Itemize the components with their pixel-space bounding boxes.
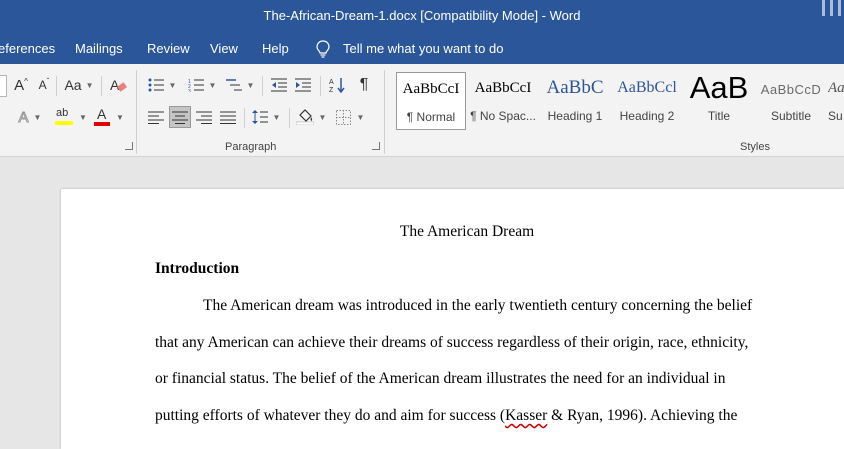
font-dialog-launcher[interactable] (125, 142, 133, 150)
divider (56, 76, 57, 96)
style-heading-2[interactable]: AaBbCcl Heading 2 (612, 72, 682, 130)
align-left-icon (148, 111, 164, 124)
divider (289, 108, 290, 128)
style-title[interactable]: AaB Title (684, 70, 754, 130)
paragraph-line: or financial status. The belief of the A… (155, 370, 726, 387)
chevron-down-icon: ▼ (356, 112, 365, 122)
style-heading-1[interactable]: AaBbC Heading 1 (540, 72, 610, 130)
bullets-button[interactable]: ▼ (146, 74, 178, 96)
change-case-button[interactable]: Aa ▼ (64, 74, 94, 96)
style-partial[interactable]: Aa Su (828, 72, 844, 130)
ribbon-tabs: eferences Mailings Review View Help Tell… (0, 34, 844, 64)
tab-view[interactable]: View (210, 41, 238, 56)
document-title: The American Dream (399, 223, 535, 240)
line-spacing-button[interactable]: ▼ (250, 106, 282, 128)
tab-review[interactable]: Review (147, 41, 190, 56)
divider (262, 76, 263, 96)
window-title: The-African-Dream-1.docx [Compatibility … (263, 8, 581, 23)
divider (101, 76, 102, 96)
document-page[interactable]: The American Dream Introduction The Amer… (61, 189, 844, 449)
chevron-down-icon: ▼ (33, 112, 42, 122)
style-subtitle[interactable]: AaBbCcD Subtitle (756, 72, 826, 130)
chevron-down-icon: ▼ (208, 80, 217, 90)
chevron-down-icon: ▼ (79, 112, 87, 122)
borders-icon (335, 109, 351, 125)
align-center-button[interactable] (169, 106, 191, 128)
justify-button[interactable] (217, 106, 239, 128)
shading-button[interactable]: ▼ (295, 106, 327, 128)
eraser-icon: A (109, 76, 127, 94)
pilcrow-icon: ¶ (359, 76, 369, 93)
group-divider (136, 70, 137, 154)
misspelled-word[interactable]: Kasser (505, 407, 547, 424)
clear-formatting-button[interactable]: A (108, 74, 128, 96)
shrink-font-button[interactable]: Aˇ (36, 74, 52, 96)
paint-bucket-icon (295, 109, 314, 125)
bullets-icon (148, 78, 164, 92)
chevron-down-icon: ▼ (246, 80, 255, 90)
align-right-icon (196, 111, 212, 124)
tab-references[interactable]: eferences (0, 41, 55, 56)
sort-icon: AZ (329, 77, 345, 93)
style-normal[interactable]: AaBbCcI ¶ Normal (396, 72, 466, 130)
divider (244, 108, 245, 128)
document-area: The American Dream Introduction The Amer… (0, 157, 844, 449)
line-spacing-icon (251, 110, 268, 124)
title-bar: The-African-Dream-1.docx [Compatibility … (0, 0, 844, 34)
numbering-icon: 123 (188, 78, 204, 92)
window-control-edge[interactable] (820, 0, 844, 22)
chevron-down-icon: ▼ (85, 80, 94, 90)
chevron-down-icon: ▼ (168, 80, 177, 90)
tell-me-text: Tell me what you want to do (343, 41, 504, 56)
multilevel-list-icon (225, 78, 242, 92)
section-heading: Introduction (155, 260, 240, 277)
ribbon: A ^ Aˇ Aa ▼ A A ▼ ab ▼ A ▼ ▼ 1 2 3 ▼ ▼ A… (0, 64, 844, 157)
paragraph-dialog-launcher[interactable] (372, 142, 380, 150)
divider (320, 76, 321, 96)
align-right-button[interactable] (193, 106, 215, 128)
tell-me-box[interactable]: Tell me what you want to do (314, 38, 534, 60)
font-size-box-edge[interactable] (0, 75, 7, 97)
font-color-button[interactable]: A ▼ (92, 106, 126, 128)
sort-button[interactable]: AZ (326, 74, 348, 96)
text-effects-button[interactable]: A ▼ (12, 106, 48, 128)
increase-indent-button[interactable] (292, 74, 314, 96)
svg-text:A: A (329, 79, 334, 86)
chevron-down-icon: ▼ (318, 112, 327, 122)
decrease-indent-icon (271, 78, 287, 92)
grow-font-button[interactable]: A ^ (12, 74, 30, 96)
chevron-down-icon: ▼ (116, 112, 124, 122)
font-color-icon: A (94, 106, 111, 127)
tab-help[interactable]: Help (262, 41, 289, 56)
decrease-indent-button[interactable] (268, 74, 290, 96)
lightbulb-icon (316, 40, 330, 58)
show-hide-marks-button[interactable]: ¶ (352, 74, 376, 96)
increase-indent-icon (295, 78, 311, 92)
tab-mailings[interactable]: Mailings (75, 41, 123, 56)
align-center-icon (172, 111, 188, 124)
align-left-button[interactable] (145, 106, 167, 128)
borders-button[interactable]: ▼ (333, 106, 367, 128)
numbering-button[interactable]: 123 ▼ (186, 74, 218, 96)
svg-text:Z: Z (329, 87, 334, 93)
highlight-color-button[interactable]: ab ▼ (54, 106, 88, 128)
paragraph-line: putting efforts of whatever they do and … (155, 407, 738, 424)
paragraph-group-label: Paragraph (225, 141, 277, 153)
multilevel-list-button[interactable]: ▼ (224, 74, 256, 96)
chevron-down-icon: ▼ (272, 112, 281, 122)
justify-icon (220, 111, 236, 124)
group-divider (384, 70, 385, 154)
styles-group-label: Styles (740, 141, 770, 153)
highlighter-icon: ab (55, 107, 74, 127)
svg-text:3: 3 (188, 89, 191, 92)
paragraph-line: that any American can achieve their drea… (155, 334, 749, 351)
paragraph-line: The American dream was introduced in the… (203, 297, 753, 314)
svg-text:A: A (110, 77, 120, 93)
style-no-spacing[interactable]: AaBbCcI ¶ No Spac... (468, 72, 538, 130)
